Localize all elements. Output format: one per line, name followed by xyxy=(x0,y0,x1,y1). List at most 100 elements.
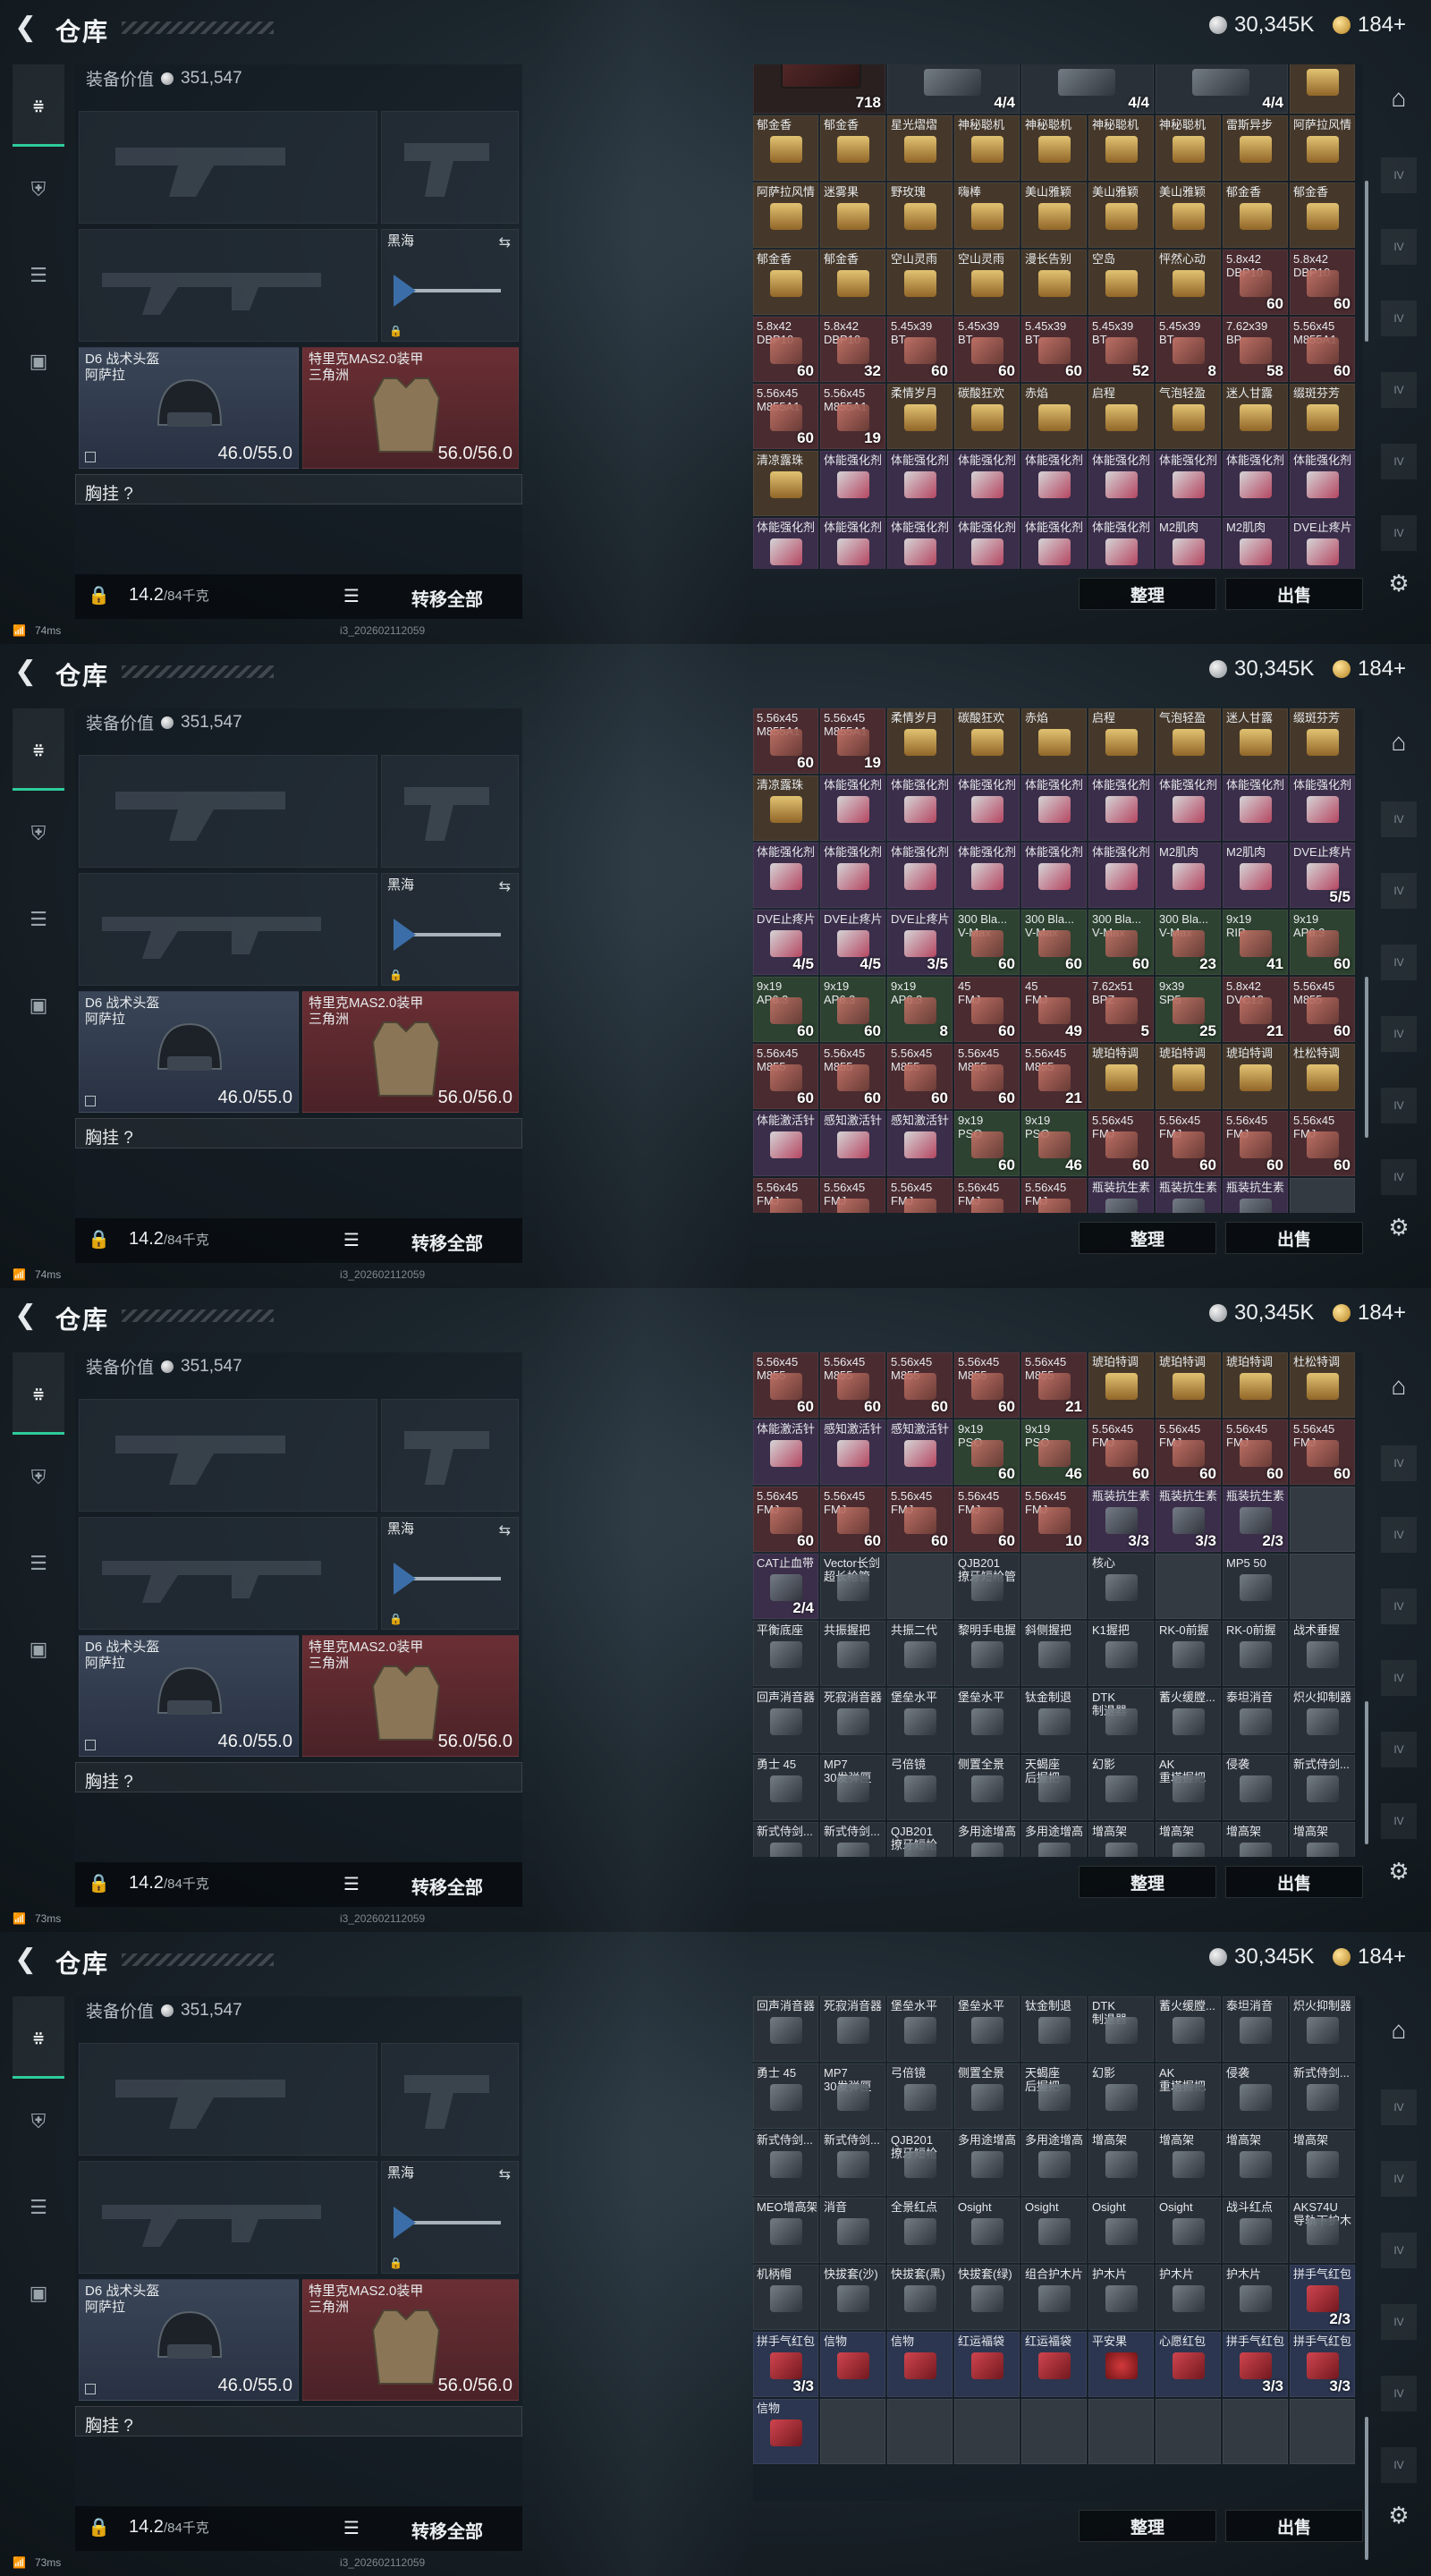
inventory-item[interactable]: 琥珀特调 xyxy=(1156,1352,1221,1418)
swap-icon[interactable]: ⇆ xyxy=(499,877,511,895)
inventory-item[interactable]: 5.56x45 M85560 xyxy=(954,1044,1020,1109)
inventory-item[interactable]: 迷人甘露 xyxy=(1223,384,1288,449)
inventory-item[interactable]: 瓶装抗生素 xyxy=(1156,1178,1221,1213)
inventory-item[interactable]: 信物 xyxy=(887,2332,953,2397)
storage-tab-2[interactable]: IV xyxy=(1381,2089,1417,2125)
inventory-item[interactable]: 9x19 AP6.360 xyxy=(820,977,885,1042)
inventory-item[interactable] xyxy=(1088,2399,1154,2464)
sidearm-slot[interactable] xyxy=(381,755,519,868)
storage-tab-4[interactable]: IV xyxy=(1381,945,1417,980)
inventory-item[interactable]: 郁金香 xyxy=(820,250,885,315)
inventory-item[interactable]: 增高架 xyxy=(1088,2131,1154,2196)
inventory-item[interactable]: 感知激活针 xyxy=(887,1419,953,1485)
inventory-item[interactable]: 5.56x45 FMJ 60 xyxy=(1290,1111,1355,1176)
inventory-item[interactable]: RK-0前握 xyxy=(1156,1621,1221,1686)
inventory-item[interactable]: 体能强化剂 xyxy=(887,775,953,841)
inventory-item[interactable]: 红运福袋 xyxy=(1021,2332,1087,2397)
inventory-item[interactable]: 体能强化剂 xyxy=(887,518,953,569)
inventory-item[interactable]: 感知激活针 xyxy=(820,1111,885,1176)
inventory-item[interactable]: 郁金香 xyxy=(753,115,818,181)
inventory-item[interactable]: 5.56x45 FMJ xyxy=(753,1178,818,1213)
inventory-item[interactable]: AKS74U 导轨下护木 xyxy=(1290,2198,1355,2263)
inventory-item[interactable]: 琥珀特调 xyxy=(1088,1044,1154,1109)
back-arrow-icon[interactable]: ❮ xyxy=(14,1302,43,1331)
settings-gear-icon[interactable]: ⚙ xyxy=(1381,1853,1417,1889)
inventory-item[interactable]: 感知激活针 xyxy=(820,1419,885,1485)
inventory-item[interactable]: 全景红点 xyxy=(887,2198,953,2263)
inventory-item[interactable]: 5.56x45 M85560 xyxy=(820,1352,885,1418)
inventory-item[interactable]: 美山雅颖 xyxy=(1088,182,1154,248)
inventory-grid[interactable]: 718战术手术包4/4战术手术包4/4战术手术包4/4郁金香郁金香郁金香星光熠熠… xyxy=(753,64,1363,569)
inventory-item[interactable]: 美山雅颖 xyxy=(1156,182,1221,248)
inventory-item[interactable]: 信物 xyxy=(753,2399,818,2464)
inventory-scrollbar[interactable] xyxy=(1365,1352,1370,1857)
inventory-item[interactable]: 多用途增高 xyxy=(954,1822,1020,1857)
inventory-item[interactable]: 战术手术包4/4 xyxy=(1021,64,1154,114)
list-icon[interactable]: ☰ xyxy=(343,1229,360,1251)
inventory-item[interactable]: 炽火抑制器 xyxy=(1290,1688,1355,1753)
primary-weapon-slot[interactable] xyxy=(79,2043,377,2156)
inventory-item[interactable]: 战术垂握 xyxy=(1290,1621,1355,1686)
inventory-item[interactable]: 瓶装抗生素 xyxy=(1088,1178,1154,1213)
inventory-item[interactable]: 天蝎座 后握把 xyxy=(1021,1755,1087,1820)
inventory-item[interactable]: 炽火抑制器 xyxy=(1290,1996,1355,2062)
inventory-item[interactable]: DVE止疼片 4/5 xyxy=(753,910,818,975)
inventory-item[interactable]: 迷人甘露 xyxy=(1223,708,1288,774)
safe-box-icon[interactable]: ⌂ xyxy=(1381,724,1417,760)
inventory-item[interactable]: 体能强化剂 xyxy=(1223,775,1288,841)
inventory-item[interactable]: 新式侍剑... xyxy=(753,1822,818,1857)
storage-tab-7[interactable]: IV xyxy=(1381,515,1417,551)
inventory-item[interactable]: 5.56x45 M85560 xyxy=(1290,977,1355,1042)
melee-slot[interactable]: 黑海 ⇆ 🔒 xyxy=(381,229,519,342)
storage-tab-2[interactable]: IV xyxy=(1381,801,1417,837)
inventory-item[interactable]: 体能激活针 xyxy=(753,1419,818,1485)
inventory-item[interactable]: 阿萨拉风情 xyxy=(753,182,818,248)
list-icon[interactable]: ☰ xyxy=(343,585,360,607)
inventory-item[interactable]: 5.56x45 FMJ 10 xyxy=(1021,1487,1087,1552)
inventory-item[interactable]: 体能激活针 xyxy=(753,1111,818,1176)
storage-tab-7[interactable]: IV xyxy=(1381,2447,1417,2483)
inventory-item[interactable]: 杜松特调 xyxy=(1290,1352,1355,1418)
inventory-item[interactable]: 体能强化剂 xyxy=(954,775,1020,841)
inventory-item[interactable]: 泰坦消音 xyxy=(1223,1688,1288,1753)
weapon-tab-icon[interactable]: ⩷ xyxy=(13,64,64,147)
inventory-item[interactable]: 增高架 xyxy=(1156,2131,1221,2196)
inventory-item[interactable]: 快拔套(黑) xyxy=(887,2265,953,2330)
vest-tab-icon[interactable]: ☰ xyxy=(13,1522,64,1605)
inventory-item[interactable]: 死寂消音器 xyxy=(820,1688,885,1753)
inventory-item[interactable]: 5.56x45 FMJ xyxy=(1021,1178,1087,1213)
inventory-item[interactable]: 启程 xyxy=(1088,384,1154,449)
gold-currency[interactable]: 184+ xyxy=(1333,1301,1406,1326)
inventory-item[interactable]: 拼手气红包 3/3 xyxy=(1290,2332,1355,2397)
inventory-item[interactable]: 新式侍剑... xyxy=(753,2131,818,2196)
inventory-item[interactable]: 体能强化剂 xyxy=(954,451,1020,516)
inventory-item[interactable]: 5.56x45 FMJ 60 xyxy=(1088,1419,1154,1485)
inventory-item[interactable]: 9x39 SP5 25 xyxy=(1156,977,1221,1042)
inventory-item[interactable]: 9x19 RIP 41 xyxy=(1223,910,1288,975)
inventory-item[interactable]: 增高架 xyxy=(1290,1822,1355,1857)
inventory-item[interactable]: DTK 制退器 xyxy=(1088,1688,1154,1753)
inventory-item[interactable]: 组合护木片 xyxy=(1021,2265,1087,2330)
inventory-item[interactable]: DVE止疼片 3/5 xyxy=(887,910,953,975)
inventory-item[interactable]: AK 重塔握把 xyxy=(1156,2063,1221,2129)
safe-box-icon[interactable]: ⌂ xyxy=(1381,1368,1417,1404)
inventory-grid[interactable]: 5.56x45 M855A1605.56x45 M855A119 柔情岁月 碳酸狂欢… xyxy=(753,708,1363,1213)
inventory-grid[interactable]: 5.56x45 M855605.56x45 M855605.56x45 M855… xyxy=(753,1352,1363,1857)
backpack-tab-icon[interactable]: ▣ xyxy=(13,1608,64,1690)
inventory-item[interactable]: 天蝎座 后握把 xyxy=(1021,2063,1087,2129)
transfer-all-button[interactable]: 转移全部 xyxy=(411,1873,483,1899)
inventory-item[interactable]: AK 重塔握把 xyxy=(1156,1755,1221,1820)
inventory-item[interactable]: 战斗红点 xyxy=(1223,2198,1288,2263)
secondary-weapon-slot[interactable] xyxy=(79,229,377,342)
vest-tab-icon[interactable]: ☰ xyxy=(13,878,64,961)
inventory-item[interactable]: 美山雅颖 xyxy=(1021,182,1087,248)
inventory-item[interactable]: 瓶装抗生素 3/3 xyxy=(1088,1487,1154,1552)
inventory-item[interactable]: 5.56x45 M85560 xyxy=(820,1044,885,1109)
inventory-item[interactable]: 体能强化剂 xyxy=(1156,775,1221,841)
inventory-item[interactable]: 45 FMJ 49 xyxy=(1021,977,1087,1042)
inventory-item[interactable]: 堡垒水平 xyxy=(954,1996,1020,2062)
inventory-item[interactable]: 增高架 xyxy=(1088,1822,1154,1857)
armor-tab-icon[interactable]: ⛨ xyxy=(13,148,64,231)
inventory-item[interactable]: 新式侍剑... xyxy=(1290,1755,1355,1820)
inventory-item[interactable]: 5.45x39 BT 60 xyxy=(887,317,953,382)
